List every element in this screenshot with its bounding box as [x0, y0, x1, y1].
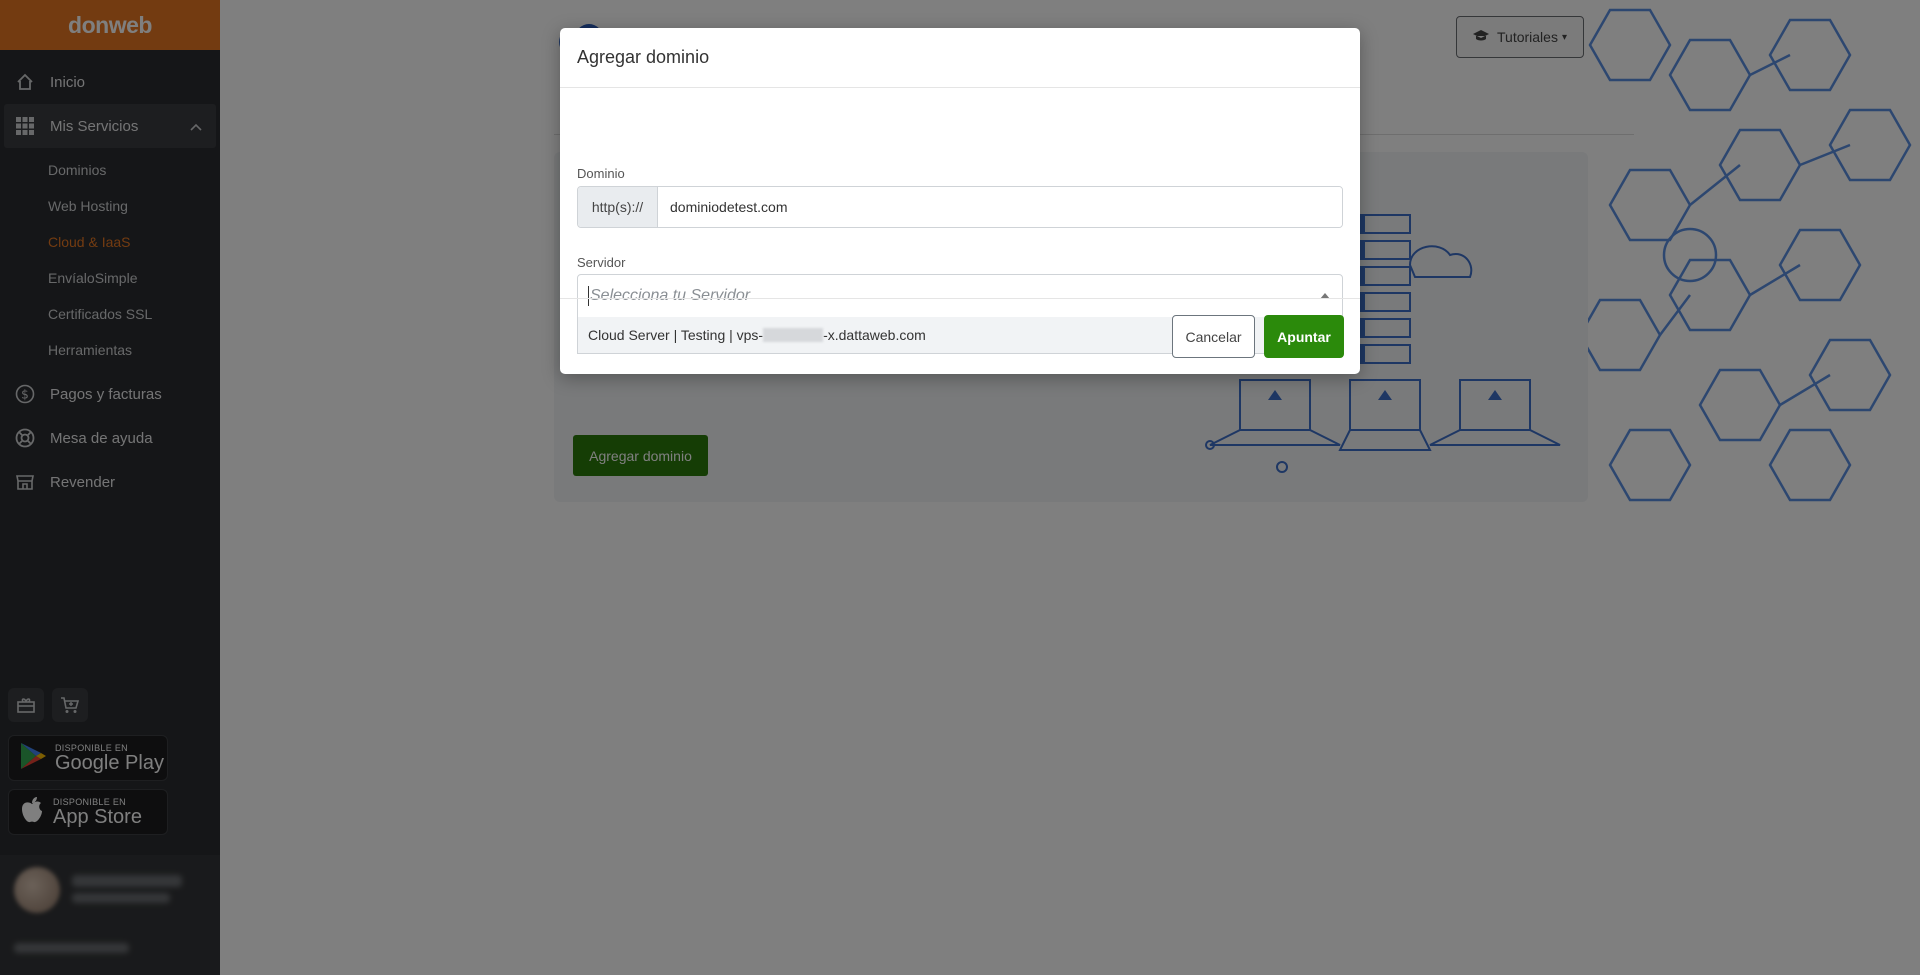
server-label: Servidor [577, 255, 626, 270]
modal-body: Dominio http(s):// Servidor Selecciona t… [560, 88, 1360, 354]
modal-footer: Cancelar Apuntar [560, 298, 1360, 374]
apuntar-button[interactable]: Apuntar [1264, 315, 1344, 358]
domain-input[interactable] [658, 187, 1342, 227]
domain-label: Dominio [577, 166, 625, 181]
domain-input-group: http(s):// [577, 186, 1343, 228]
protocol-prefix: http(s):// [578, 187, 658, 227]
modal-title: Agregar dominio [560, 28, 1360, 88]
cancel-button[interactable]: Cancelar [1172, 315, 1255, 358]
add-domain-modal: Agregar dominio Dominio http(s):// Servi… [560, 28, 1360, 374]
